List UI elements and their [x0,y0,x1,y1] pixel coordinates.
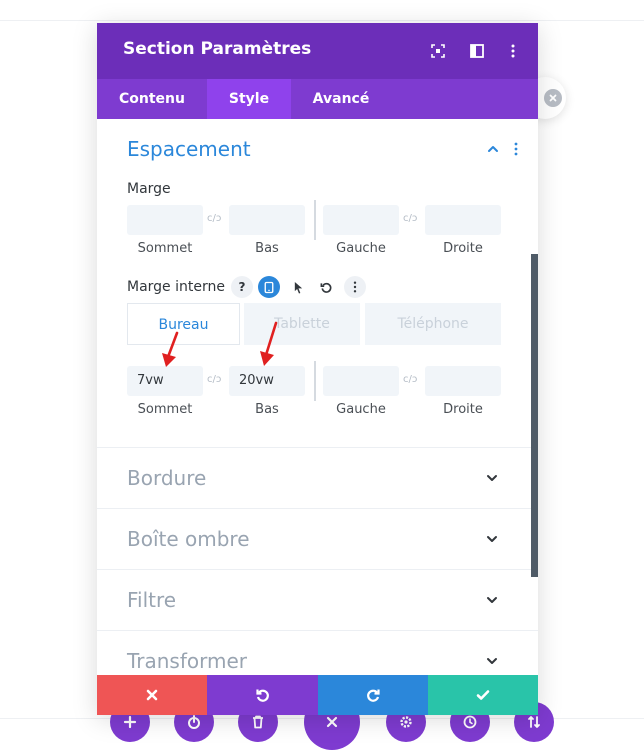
close-icon [326,716,338,728]
section-divider [97,508,538,509]
padding-link-icon-2[interactable]: c/ɔ [403,374,417,385]
kebab-icon [353,281,357,293]
margin-right-label: Droite [443,241,483,256]
cursor-icon [294,281,302,294]
padding-right-input[interactable] [425,366,501,396]
padding-right-label: Droite [443,402,483,417]
device-tab-phone[interactable]: Téléphone [365,303,501,345]
kebab-icon[interactable] [505,43,521,59]
margin-right-input[interactable] [425,205,501,235]
margin-link-icon[interactable]: c/ɔ [207,213,221,224]
modal-tabs: Contenu Style Avancé [97,79,538,119]
redo-button[interactable] [318,675,428,715]
close-icon [544,89,562,107]
modal-title: Section Paramètres [123,39,312,59]
columns-icon[interactable] [469,43,485,59]
padding-link-icon[interactable]: c/ɔ [207,374,221,385]
chevron-down-icon[interactable] [485,654,499,668]
chevron-up-icon[interactable] [486,142,500,156]
margin-bottom-input[interactable] [229,205,305,235]
tab-style[interactable]: Style [207,79,291,119]
annotation-arrow-bottom [260,321,278,366]
sort-icon [528,716,540,728]
responsive-toggle[interactable] [258,276,280,298]
undo-icon [255,689,269,702]
settings-modal: Section Paramètres Contenu Style Avancé … [97,23,538,715]
padding-separator [314,361,316,401]
margin-left-label: Gauche [336,241,386,256]
spacing-section-title[interactable]: Espacement [127,137,251,161]
check-icon [476,690,490,700]
page-top-divider [0,20,644,21]
hover-toggle[interactable] [287,276,309,298]
transform-section-title[interactable]: Transformer [127,649,247,673]
section-divider [97,630,538,631]
tab-contenu[interactable]: Contenu [97,79,207,119]
padding-left-label: Gauche [336,402,386,417]
phone-icon [264,281,274,293]
annotation-arrow-top [162,331,179,367]
reset-icon [320,282,331,293]
chevron-down-icon[interactable] [485,532,499,546]
padding-top-label: Sommet [137,402,193,417]
filter-section-title[interactable]: Filtre [127,588,176,612]
margin-left-input[interactable] [323,205,399,235]
margin-top-label: Sommet [137,241,193,256]
modal-header: Section Paramètres [97,23,538,79]
save-button[interactable] [428,675,538,715]
chevron-down-icon[interactable] [485,593,499,607]
box-shadow-section-title[interactable]: Boîte ombre [127,527,250,551]
power-icon [188,715,200,729]
margin-link-icon-2[interactable]: c/ɔ [403,213,417,224]
margin-bottom-label: Bas [255,241,279,256]
close-icon [146,689,158,701]
cancel-button[interactable] [97,675,207,715]
help-icon[interactable]: ? [231,276,253,298]
redo-icon [367,689,380,702]
padding-bottom-label: Bas [255,402,279,417]
history-icon [463,715,477,729]
padding-left-input[interactable] [323,366,399,396]
modal-footer [97,675,538,715]
section-divider [97,569,538,570]
padding-label: Marge interne [127,279,225,295]
padding-bottom-input[interactable]: 20vw [229,366,305,396]
scrollbar[interactable] [531,254,538,577]
border-section-title[interactable]: Bordure [127,466,206,490]
gear-icon [400,716,412,728]
expand-icon[interactable] [430,43,446,59]
padding-top-input[interactable]: 7vw [127,366,203,396]
section-divider [97,447,538,448]
tab-avance[interactable]: Avancé [291,79,391,119]
section-options-icon[interactable] [514,142,518,156]
undo-button[interactable] [207,675,318,715]
chevron-down-icon[interactable] [485,471,499,485]
margin-top-input[interactable] [127,205,203,235]
reset-button[interactable] [315,276,337,298]
device-tab-desktop[interactable]: Bureau [127,303,240,345]
padding-options-button[interactable] [344,276,366,298]
trash-icon [253,715,263,729]
margin-separator [314,200,316,240]
plus-icon [123,715,137,729]
margin-label: Marge [127,181,171,197]
